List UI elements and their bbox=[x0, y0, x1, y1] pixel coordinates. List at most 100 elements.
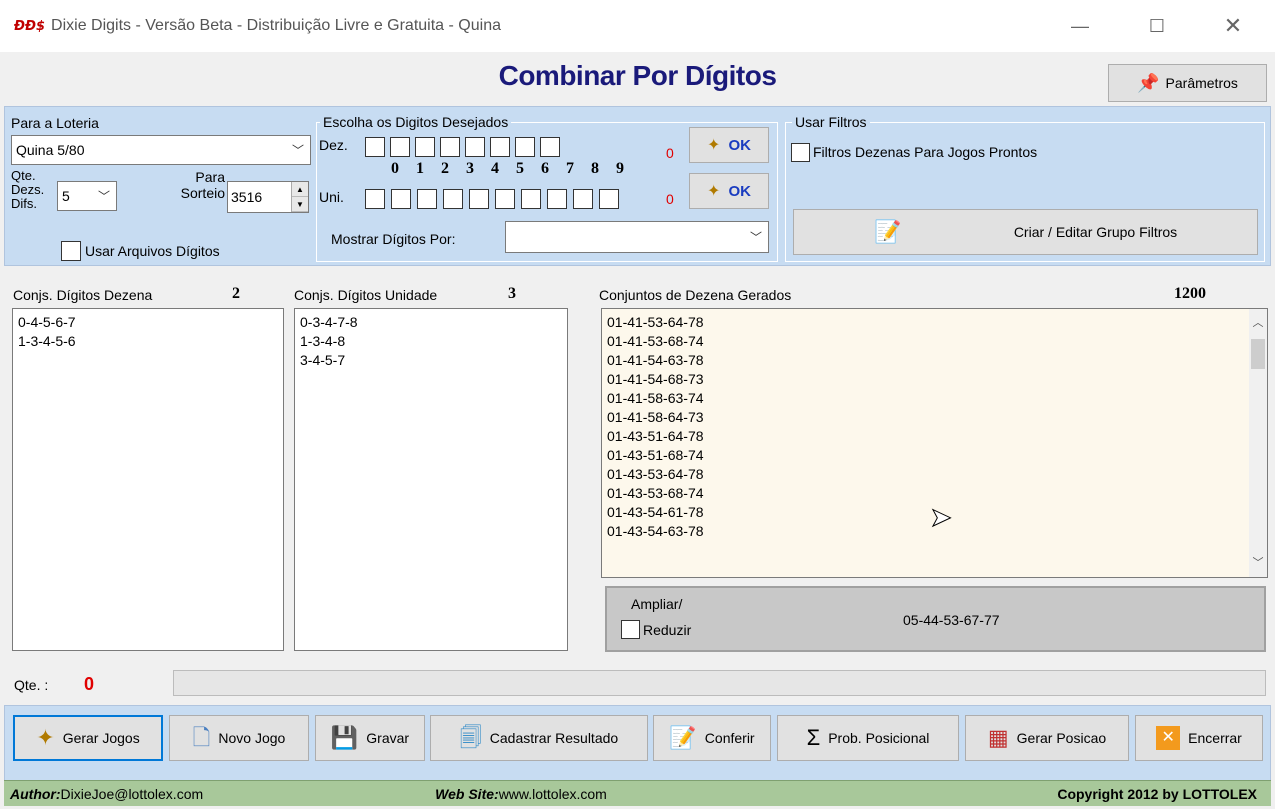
gerar-posicao-button[interactable]: ▦ Gerar Posicao bbox=[965, 715, 1129, 761]
gravar-button[interactable]: 💾 Gravar bbox=[315, 715, 425, 761]
list-item[interactable]: 01-41-54-68-73 bbox=[607, 370, 1262, 389]
mostrar-digitos-select[interactable]: ﹀ bbox=[505, 221, 769, 253]
uni-checkbox-4[interactable] bbox=[469, 189, 489, 209]
uni-checkbox-8[interactable] bbox=[573, 189, 593, 209]
cadastrar-resultado-button[interactable]: 🗐 Cadastrar Resultado bbox=[430, 715, 648, 761]
magic-wand-icon: ✦ bbox=[707, 183, 721, 200]
dez-label: Dez. bbox=[319, 137, 348, 153]
qte-dezs-select[interactable]: 5 ﹀ bbox=[57, 181, 117, 211]
uni-ok-button[interactable]: ✦ OK bbox=[689, 173, 769, 209]
digit-label-6: 6 bbox=[541, 160, 549, 177]
para-sorteio-line2: Sorteio bbox=[180, 185, 225, 201]
dez-checkbox-6[interactable] bbox=[515, 137, 535, 157]
conferir-button[interactable]: 📝 Conferir bbox=[653, 715, 771, 761]
sorteio-value: 3516 bbox=[231, 189, 263, 205]
author-value: DixieJoe@lottolex.com bbox=[60, 785, 204, 802]
stepper-buttons[interactable]: ▲ ▼ bbox=[291, 182, 308, 212]
uni-checkbox-5[interactable] bbox=[495, 189, 515, 209]
gerar-posicao-label: Gerar Posicao bbox=[1016, 730, 1107, 746]
list-item[interactable]: 01-41-53-68-74 bbox=[607, 332, 1262, 351]
dez-checkbox-7[interactable] bbox=[540, 137, 560, 157]
list-item[interactable]: 1-3-4-5-6 bbox=[18, 332, 278, 351]
uni-checkbox-9[interactable] bbox=[599, 189, 619, 209]
close-button[interactable]: ✕ bbox=[1210, 0, 1256, 52]
digit-label-0: 0 bbox=[391, 160, 399, 177]
uni-checkbox-3[interactable] bbox=[443, 189, 463, 209]
list-item[interactable]: 01-41-58-63-74 bbox=[607, 389, 1262, 408]
dezena-listbox[interactable]: 0-4-5-6-7 1-3-4-5-6 bbox=[12, 308, 284, 651]
list-item[interactable]: 01-41-54-63-78 bbox=[607, 351, 1262, 370]
scroll-thumb[interactable] bbox=[1251, 339, 1265, 369]
list-item[interactable]: 01-43-51-68-74 bbox=[607, 446, 1262, 465]
criar-editar-filtros-button[interactable]: 📝 Criar / Editar Grupo Filtros bbox=[793, 209, 1258, 255]
dez-checkbox-5[interactable] bbox=[490, 137, 510, 157]
uni-label: Uni. bbox=[319, 189, 344, 205]
list-item[interactable]: 3-4-5-7 bbox=[300, 351, 562, 370]
position-grid-icon: ▦ bbox=[987, 725, 1009, 750]
loteria-label: Para a Loteria bbox=[11, 115, 99, 131]
dez-checkbox-1[interactable] bbox=[390, 137, 410, 157]
uni-checkbox-6[interactable] bbox=[521, 189, 541, 209]
window-title: Dixie Digits - Versão Beta - Distribuiçã… bbox=[51, 17, 501, 34]
stepper-down-icon[interactable]: ▼ bbox=[292, 197, 308, 212]
list-item[interactable]: 01-43-53-64-78 bbox=[607, 465, 1262, 484]
dez-ok-button[interactable]: ✦ OK bbox=[689, 127, 769, 163]
digit-label-9: 9 bbox=[616, 160, 624, 177]
filtros-dezenas-checkbox[interactable] bbox=[791, 143, 810, 162]
gerados-listbox[interactable]: ︿ ﹀ 01-41-53-64-78 01-41-53-68-74 01-41-54… bbox=[601, 308, 1268, 578]
chevron-down-icon: ﹀ bbox=[749, 230, 762, 245]
gerar-jogos-label: Gerar Jogos bbox=[62, 730, 140, 746]
gerados-scrollbar[interactable]: ︿ ﹀ bbox=[1249, 309, 1267, 577]
title-bar: ÐÐ$ Dixie Digits - Versão Beta - Distrib… bbox=[0, 0, 1275, 52]
uni-checkbox-1[interactable] bbox=[391, 189, 411, 209]
digit-label-2: 2 bbox=[441, 160, 449, 177]
scroll-down-icon[interactable]: ﹀ bbox=[1249, 554, 1267, 572]
novo-jogo-label: Novo Jogo bbox=[218, 730, 286, 746]
unidade-list-count: 3 bbox=[508, 285, 516, 302]
maximize-button[interactable]: ☐ bbox=[1134, 0, 1180, 52]
novo-jogo-button[interactable]: 🗋 Novo Jogo bbox=[169, 715, 309, 761]
minimize-button[interactable]: — bbox=[1057, 0, 1103, 52]
sorteio-stepper[interactable]: 3516 ▲ ▼ bbox=[227, 181, 309, 213]
list-item[interactable]: 01-41-58-64-73 bbox=[607, 408, 1262, 427]
unidade-listbox[interactable]: 0-3-4-7-8 1-3-4-8 3-4-5-7 bbox=[294, 308, 568, 651]
ampliar-panel: Ampliar/ Reduzir 05-44-53-67-77 bbox=[605, 586, 1266, 652]
parametros-button[interactable]: 📌 Parâmetros bbox=[1108, 64, 1267, 102]
dez-checkbox-4[interactable] bbox=[465, 137, 485, 157]
uni-checkbox-2[interactable] bbox=[417, 189, 437, 209]
list-item[interactable]: 01-43-51-64-78 bbox=[607, 427, 1262, 446]
ampliar-reduzir-checkbox[interactable] bbox=[621, 620, 640, 639]
dez-checkbox-0[interactable] bbox=[365, 137, 385, 157]
dez-checkbox-3[interactable] bbox=[440, 137, 460, 157]
list-item[interactable]: 01-41-53-64-78 bbox=[607, 313, 1262, 332]
qte-dezs-label: Qte. Dezs. Difs. bbox=[11, 169, 44, 211]
usar-arquivos-label: Usar Arquivos Dígitos bbox=[85, 243, 220, 259]
stepper-up-icon[interactable]: ▲ bbox=[292, 182, 308, 197]
chevron-down-icon: ﹀ bbox=[97, 189, 110, 204]
reduzir-label: Reduzir bbox=[643, 622, 692, 638]
encerrar-button[interactable]: ✕ Encerrar bbox=[1135, 715, 1263, 761]
loteria-select[interactable]: Quina 5/80 ﹀ bbox=[11, 135, 311, 165]
gerar-jogos-button[interactable]: ✦ Gerar Jogos bbox=[13, 715, 163, 761]
uni-checkbox-0[interactable] bbox=[365, 189, 385, 209]
author-label: Author: bbox=[10, 785, 61, 802]
mostrar-digitos-label: Mostrar Dígitos Por: bbox=[331, 231, 456, 247]
scroll-up-icon[interactable]: ︿ bbox=[1249, 314, 1267, 332]
dezena-list-count: 2 bbox=[232, 285, 240, 302]
list-item[interactable]: 01-43-53-68-74 bbox=[607, 484, 1262, 503]
sigma-icon: Σ bbox=[806, 725, 821, 750]
magic-wand-icon: ✦ bbox=[707, 137, 721, 154]
prob-posicional-button[interactable]: Σ Prob. Posicional bbox=[777, 715, 959, 761]
list-item[interactable]: 0-4-5-6-7 bbox=[18, 313, 278, 332]
pushpin-icon: 📌 bbox=[1137, 72, 1160, 93]
usar-arquivos-checkbox[interactable] bbox=[61, 241, 81, 261]
dez-checkbox-2[interactable] bbox=[415, 137, 435, 157]
uni-checkbox-7[interactable] bbox=[547, 189, 567, 209]
list-item[interactable]: 1-3-4-8 bbox=[300, 332, 562, 351]
prob-posicional-label: Prob. Posicional bbox=[828, 730, 930, 746]
save-copy-icon: 🗐 bbox=[459, 725, 482, 750]
list-item[interactable]: 0-3-4-7-8 bbox=[300, 313, 562, 332]
gerados-list-title: Conjuntos de Dezena Gerados bbox=[599, 287, 792, 303]
copyright: Copyright 2012 by LOTTOLEX bbox=[1057, 785, 1257, 802]
mouse-cursor-icon: ➤ bbox=[930, 502, 953, 533]
